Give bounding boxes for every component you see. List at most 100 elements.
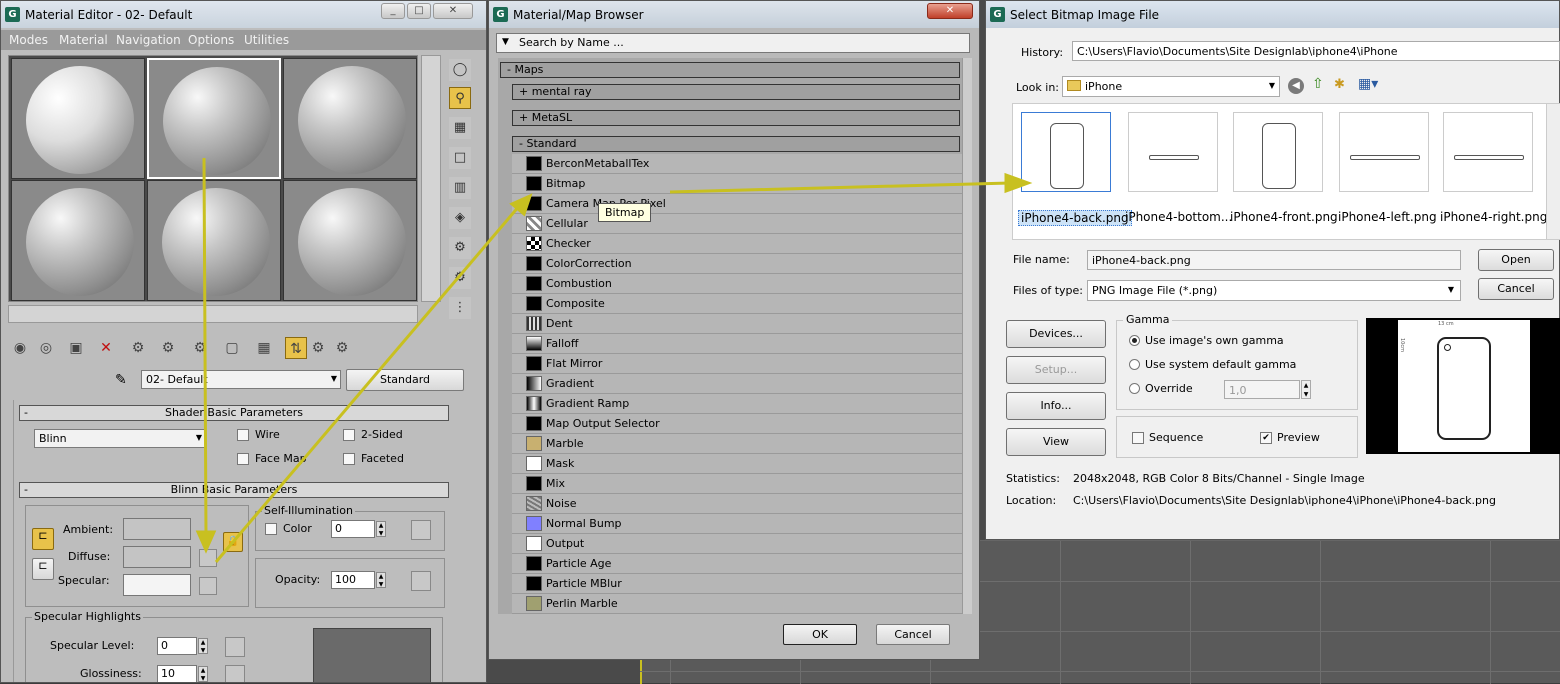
options-icon[interactable]: ⚙ — [449, 237, 471, 259]
reset-map-icon[interactable]: ✕ — [95, 337, 117, 359]
spinner-arrows-icon[interactable]: ▲ ▼ — [376, 572, 386, 588]
face-map-checkbox[interactable] — [237, 453, 249, 465]
specular-level-spinner[interactable]: 0 ▲ ▼ — [157, 637, 208, 655]
glossiness-spinner[interactable]: 10 ▲ ▼ — [157, 665, 208, 682]
close-button[interactable]: ✕ — [927, 3, 973, 19]
pick-from-object-icon[interactable]: ⚙ — [331, 337, 353, 359]
file-name-back[interactable]: iPhone4-back.png — [1018, 210, 1132, 226]
video-color-check-icon[interactable]: ▥ — [449, 177, 471, 199]
thumbnails-scrollbar[interactable] — [1546, 104, 1560, 239]
specular-level-map-button[interactable] — [225, 637, 245, 657]
info-button[interactable]: Info... — [1006, 392, 1106, 420]
group-maps[interactable]: - Maps — [500, 62, 960, 78]
spinner-arrows-icon[interactable]: ▲ ▼ — [198, 666, 208, 682]
background-checker-icon[interactable]: ▦ — [449, 117, 471, 139]
menu-utilities[interactable]: Utilities — [244, 33, 289, 47]
group-metasl[interactable]: + MetaSL — [512, 110, 960, 126]
make-preview-icon[interactable]: ◈ — [449, 207, 471, 229]
lock-ambient-diffuse-icon[interactable]: ⊏ — [32, 528, 54, 550]
map-item[interactable]: Gradient Ramp — [512, 394, 962, 414]
gamma-own-radio[interactable] — [1129, 335, 1140, 346]
bitmap-cancel-button[interactable]: Cancel — [1478, 278, 1554, 300]
open-button[interactable]: Open — [1478, 249, 1554, 271]
sample-slot-5[interactable] — [147, 180, 281, 301]
show-end-result-icon[interactable]: ▦ — [253, 337, 275, 359]
filter-arrow-icon[interactable]: ▼ — [502, 37, 509, 47]
map-item[interactable]: Cellular — [512, 214, 962, 234]
file-name-bottom[interactable]: iPhone4-bottom... — [1125, 210, 1232, 224]
file-name-left[interactable]: iPhone4-left.png — [1338, 210, 1437, 224]
menu-modes[interactable]: Modes — [9, 33, 48, 47]
thumbnail-back[interactable] — [1021, 112, 1111, 192]
map-item[interactable]: Normal Bump — [512, 514, 962, 534]
map-item[interactable]: Flat Mirror — [512, 354, 962, 374]
make-unique-icon[interactable]: ⚙ — [127, 337, 149, 359]
go-forward-icon[interactable]: ⚙ — [307, 337, 329, 359]
go-to-parent-icon[interactable]: ⇅ — [285, 337, 307, 359]
map-item[interactable]: Combustion — [512, 274, 962, 294]
map-item[interactable]: Mask — [512, 454, 962, 474]
map-item[interactable]: Map Output Selector — [512, 414, 962, 434]
sample-type-icon[interactable]: ◯ — [449, 59, 471, 81]
eyedropper-icon[interactable]: ✎ — [115, 372, 127, 388]
preview-checkbox[interactable]: ✔ — [1260, 432, 1272, 444]
maximize-button[interactable]: □ — [407, 3, 431, 19]
two-sided-checkbox[interactable] — [343, 429, 355, 441]
specular-color-swatch[interactable] — [123, 574, 191, 596]
diffuse-color-swatch[interactable] — [123, 546, 191, 568]
sample-slot-1[interactable] — [11, 58, 145, 179]
view-menu-icon[interactable]: ▦▾ — [1358, 76, 1378, 92]
material-id-icon[interactable]: ⚙ — [189, 337, 211, 359]
map-item[interactable]: BerconMetaballTex — [512, 154, 962, 174]
self-illum-map-button[interactable] — [411, 520, 431, 540]
spinner-arrows-icon[interactable]: ▲ ▼ — [376, 521, 386, 537]
map-item[interactable]: Bitmap — [512, 174, 962, 194]
back-icon[interactable]: ◀ — [1288, 78, 1304, 94]
lock-diffuse-specular-icon[interactable]: ⊏ — [32, 558, 54, 580]
map-item[interactable]: ColorCorrection — [512, 254, 962, 274]
gamma-system-radio[interactable] — [1129, 359, 1140, 370]
override-spinner-icon[interactable]: ▲ ▼ — [1301, 380, 1311, 399]
map-list-scrollbar[interactable] — [962, 58, 972, 614]
map-item[interactable]: Particle MBlur — [512, 574, 962, 594]
self-illum-color-checkbox[interactable] — [265, 523, 277, 535]
ambient-color-swatch[interactable] — [123, 518, 191, 540]
close-button[interactable]: ✕ — [433, 3, 473, 19]
map-item[interactable]: Checker — [512, 234, 962, 254]
view-button[interactable]: View — [1006, 428, 1106, 456]
thumbnail-bottom[interactable] — [1128, 112, 1218, 192]
sample-slot-6[interactable] — [283, 180, 417, 301]
thumbnail-front[interactable] — [1233, 112, 1323, 192]
history-dropdown[interactable]: C:\Users\Flavio\Documents\Site Designlab… — [1072, 41, 1560, 61]
cancel-button[interactable]: Cancel — [876, 624, 950, 645]
backlight-icon[interactable]: ⚲ — [449, 87, 471, 109]
map-item[interactable]: Gradient — [512, 374, 962, 394]
map-item[interactable]: Marble — [512, 434, 962, 454]
menu-material[interactable]: Material — [59, 33, 108, 47]
glossiness-map-button[interactable] — [225, 665, 245, 682]
slots-vertical-scrollbar[interactable] — [421, 55, 441, 302]
map-item[interactable]: Dent — [512, 314, 962, 334]
new-folder-icon[interactable]: ✱ — [1334, 77, 1345, 92]
shader-type-dropdown[interactable]: Blinn ▼ — [34, 429, 206, 448]
opacity-spinner[interactable]: 100 ▲ ▼ — [331, 571, 386, 589]
material-name-field[interactable]: 02- Default ▼ — [141, 370, 341, 389]
get-material-icon[interactable]: ◉ — [9, 337, 31, 359]
faceted-checkbox[interactable] — [343, 453, 355, 465]
show-map-icon[interactable]: ▢ — [221, 337, 243, 359]
devices-button[interactable]: Devices... — [1006, 320, 1106, 348]
map-item[interactable]: Perlin Marble — [512, 594, 962, 614]
sample-slot-4[interactable] — [11, 180, 145, 301]
select-by-material-icon[interactable]: ⚙ — [449, 267, 471, 289]
override-value-input[interactable]: 1,0 — [1224, 380, 1300, 399]
sequence-checkbox[interactable] — [1132, 432, 1144, 444]
map-item[interactable]: Composite — [512, 294, 962, 314]
search-input[interactable]: ▼ Search by Name ... — [496, 33, 970, 53]
material-type-button[interactable]: Standard — [346, 369, 464, 391]
group-mental-ray[interactable]: + mental ray — [512, 84, 960, 100]
lookin-dropdown[interactable]: iPhone ▼ — [1062, 76, 1280, 97]
map-item[interactable]: Falloff — [512, 334, 962, 354]
filename-input[interactable]: iPhone4-back.png — [1087, 250, 1461, 270]
map-item[interactable]: Mix — [512, 474, 962, 494]
blinn-rollout-header[interactable]: - Blinn Basic Parameters — [19, 482, 449, 498]
